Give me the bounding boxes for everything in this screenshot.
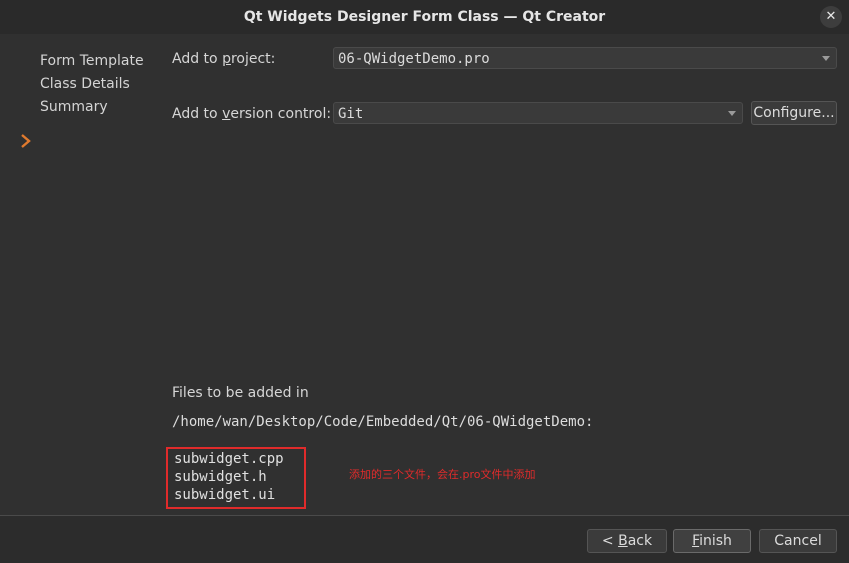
wizard-window: Qt Widgets Designer Form Class — Qt Crea… bbox=[0, 0, 849, 563]
file-item: subwidget.h bbox=[174, 469, 267, 485]
file-item: subwidget.cpp bbox=[174, 451, 284, 467]
back-button-prefix: < bbox=[601, 533, 619, 549]
finish-button-rest: inish bbox=[699, 533, 732, 549]
file-item: subwidget.ui bbox=[174, 487, 276, 503]
files-heading: Files to be added in bbox=[172, 385, 309, 401]
window-title: Qt Widgets Designer Form Class — Qt Crea… bbox=[243, 9, 606, 25]
project-label-post: roject: bbox=[230, 51, 276, 67]
button-bar: < Back Finish Cancel bbox=[0, 516, 849, 563]
wizard-steps-nav: Form Template Class Details Summary bbox=[0, 34, 160, 514]
close-icon: ✕ bbox=[825, 9, 837, 24]
chevron-down-icon bbox=[728, 111, 736, 116]
vcs-combobox[interactable]: Git bbox=[333, 102, 743, 124]
close-button[interactable]: ✕ bbox=[820, 6, 842, 28]
vcs-combobox-value: Git bbox=[338, 106, 364, 122]
cancel-button[interactable]: Cancel bbox=[759, 529, 837, 553]
chevron-right-icon bbox=[21, 134, 31, 148]
annotation-note: 添加的三个文件，会在.pro文件中添加 bbox=[349, 468, 536, 481]
title-bar: Qt Widgets Designer Form Class — Qt Crea… bbox=[0, 0, 849, 34]
back-button-mnemonic: B bbox=[618, 533, 628, 549]
back-button-rest: ack bbox=[627, 533, 653, 549]
files-path: /home/wan/Desktop/Code/Embedded/Qt/06-QW… bbox=[172, 414, 594, 430]
back-button[interactable]: < Back bbox=[587, 529, 667, 553]
finish-button[interactable]: Finish bbox=[673, 529, 751, 553]
chevron-down-icon bbox=[822, 56, 830, 61]
vcs-label-pre: Add to bbox=[172, 106, 223, 122]
nav-item-form-template: Form Template bbox=[40, 53, 144, 69]
vcs-label: Add to version control: bbox=[172, 106, 331, 122]
project-combobox-value: 06-QWidgetDemo.pro bbox=[338, 51, 490, 67]
vcs-label-post: ersion control: bbox=[230, 106, 332, 122]
project-label-pre: Add to bbox=[172, 51, 223, 67]
project-label: Add to project: bbox=[172, 51, 275, 67]
nav-item-summary: Summary bbox=[40, 99, 108, 115]
project-combobox[interactable]: 06-QWidgetDemo.pro bbox=[333, 47, 837, 69]
files-highlight-box: subwidget.cpp subwidget.h subwidget.ui bbox=[166, 447, 306, 509]
configure-button[interactable]: Configure... bbox=[751, 101, 837, 125]
nav-item-class-details: Class Details bbox=[40, 76, 130, 92]
project-label-mnemonic: p bbox=[222, 51, 231, 67]
